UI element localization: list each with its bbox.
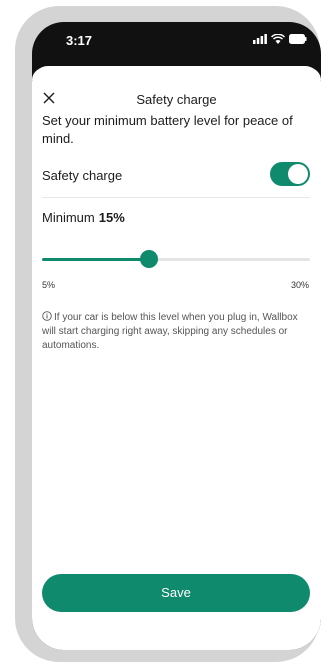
- safety-charge-label: Safety charge: [42, 168, 123, 183]
- safety-charge-toggle[interactable]: [270, 162, 310, 186]
- slider-max-label: 30%: [290, 280, 309, 290]
- info-icon: [42, 311, 52, 321]
- minimum-row: Minimum 15%: [42, 210, 125, 225]
- minimum-value: 15%: [98, 210, 125, 225]
- safety-charge-row: Safety charge: [42, 162, 310, 192]
- minimum-label: Minimum: [42, 210, 95, 225]
- info-note: If your car is below this level when you…: [42, 311, 312, 353]
- save-button[interactable]: Save: [42, 574, 310, 612]
- slider-min-label: 5%: [42, 280, 56, 290]
- slider-fill: [42, 258, 150, 261]
- divider: [42, 197, 310, 198]
- minimum-slider[interactable]: [42, 250, 310, 268]
- page-title: Safety charge: [136, 92, 217, 107]
- intro-text: Set your minimum battery level for peace…: [42, 113, 293, 146]
- toggle-knob: [288, 164, 308, 184]
- info-text: If your car is below this level when you…: [42, 312, 298, 351]
